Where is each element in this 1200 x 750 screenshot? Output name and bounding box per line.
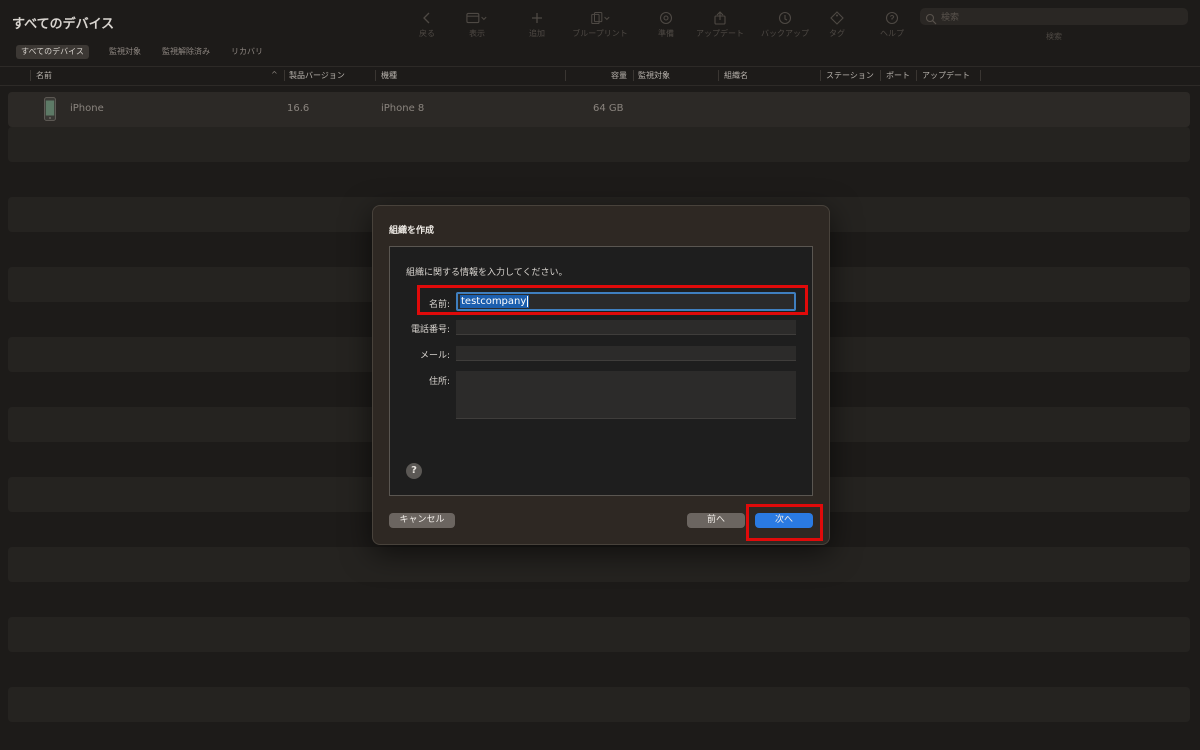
column-header-supervised[interactable]: 監視対象 xyxy=(638,70,670,81)
address-field[interactable] xyxy=(456,371,796,419)
toolbar: 戻る 表示 追加 ブループリント 準備 アップデート バックアップ タグ ヘルプ xyxy=(405,8,915,44)
highlight-box-name-field xyxy=(417,285,808,315)
column-header-name[interactable]: 名前 xyxy=(36,70,52,81)
plus-icon xyxy=(525,8,549,26)
table-row[interactable]: iPhone 16.6 iPhone 8 64 GB xyxy=(8,92,1190,127)
sort-indicator-icon: ^ xyxy=(271,70,278,79)
empty-row xyxy=(8,127,1190,162)
previous-button[interactable]: 前へ xyxy=(687,513,745,528)
cancel-button[interactable]: キャンセル xyxy=(389,513,455,528)
empty-row xyxy=(8,547,1190,582)
backup-icon xyxy=(757,8,813,26)
column-header-model[interactable]: 機種 xyxy=(381,70,397,81)
toolbar-view[interactable]: 表示 xyxy=(457,8,497,39)
column-header-capacity[interactable]: 容量 xyxy=(611,70,627,81)
phone-field-label: 電話番号: xyxy=(410,325,450,335)
column-divider xyxy=(718,70,719,81)
device-capacity-cell: 64 GB xyxy=(593,103,624,114)
dialog-form-panel: 組織に関する情報を入力してください。 名前: testcompany 電話番号:… xyxy=(389,246,813,496)
filter-tab-recovery[interactable]: リカバリ xyxy=(226,45,268,59)
search-label: 検索 xyxy=(1046,32,1062,41)
update-icon xyxy=(692,8,748,26)
column-header-version[interactable]: 製品バージョン xyxy=(289,70,345,81)
column-divider xyxy=(880,70,881,81)
address-field-label: 住所: xyxy=(428,377,450,387)
column-header-port[interactable]: ポート xyxy=(886,70,910,81)
email-field[interactable] xyxy=(456,346,796,361)
search-field[interactable]: 検索 xyxy=(920,8,1188,25)
toolbar-update[interactable]: アップデート xyxy=(692,8,748,39)
column-header-organization[interactable]: 組織名 xyxy=(724,70,748,81)
empty-row xyxy=(8,687,1190,722)
toolbar-help[interactable]: ヘルプ xyxy=(877,8,907,39)
iphone-device-icon xyxy=(44,97,56,121)
column-divider xyxy=(284,70,285,81)
window-title: すべてのデバイス xyxy=(12,17,115,32)
prepare-icon xyxy=(654,8,678,26)
dialog-instruction: 組織に関する情報を入力してください。 xyxy=(406,268,568,278)
toolbar-tag[interactable]: タグ xyxy=(825,8,849,39)
create-organization-dialog: 組織を作成 組織に関する情報を入力してください。 名前: testcompany… xyxy=(372,205,830,545)
column-header-station[interactable]: ステーション xyxy=(826,70,874,81)
toolbar-back[interactable]: 戻る xyxy=(415,8,439,39)
device-version-cell: 16.6 xyxy=(287,103,310,114)
help-circle-icon xyxy=(877,8,907,26)
highlight-box-next-button xyxy=(746,504,823,541)
device-name-cell: iPhone xyxy=(70,103,104,114)
chevron-left-icon xyxy=(415,8,439,26)
empty-row xyxy=(8,617,1190,652)
filter-tab-unsupervised[interactable]: 監視解除済み xyxy=(157,45,215,59)
help-button[interactable]: ? xyxy=(406,463,422,479)
column-divider xyxy=(565,70,566,81)
column-header-update[interactable]: アップデート xyxy=(922,70,970,81)
email-field-label: メール: xyxy=(419,351,450,361)
view-icon xyxy=(457,8,497,26)
device-model-cell: iPhone 8 xyxy=(381,103,425,114)
toolbar-add[interactable]: 追加 xyxy=(525,8,549,39)
toolbar-prepare[interactable]: 準備 xyxy=(654,8,678,39)
toolbar-backup[interactable]: バックアップ xyxy=(757,8,813,39)
column-divider xyxy=(980,70,981,81)
column-divider xyxy=(916,70,917,81)
tag-icon xyxy=(825,8,849,26)
column-divider xyxy=(633,70,634,81)
column-divider xyxy=(820,70,821,81)
blueprint-icon xyxy=(570,8,630,26)
phone-field[interactable] xyxy=(456,320,796,335)
table-header: 名前 ^ 製品バージョン 機種 容量 監視対象 組織名 ステーション ポート ア… xyxy=(0,66,1200,86)
column-divider xyxy=(375,70,376,81)
filter-tab-supervised[interactable]: 監視対象 xyxy=(104,45,146,59)
column-divider xyxy=(30,70,31,81)
toolbar-blueprint[interactable]: ブループリント xyxy=(570,8,630,39)
search-icon xyxy=(925,10,937,25)
search-placeholder: 検索 xyxy=(941,13,960,23)
filter-tab-all-devices[interactable]: すべてのデバイス xyxy=(16,45,89,59)
dialog-title: 組織を作成 xyxy=(389,226,435,236)
